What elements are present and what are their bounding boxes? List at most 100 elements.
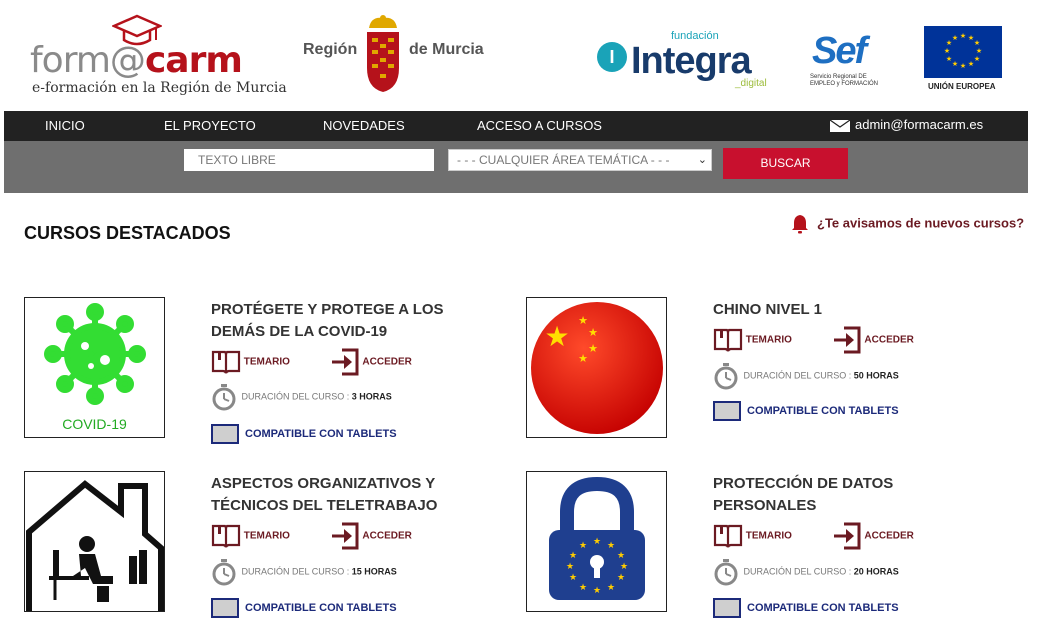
- featured-courses-title: CURSOS DESTACADOS: [24, 223, 231, 243]
- svg-text:★: ★: [607, 583, 615, 593]
- course-title[interactable]: PROTÉGETE Y PROTEGE A LOS DEMÁS DE LA CO…: [211, 299, 471, 343]
- region-text-right: de Murcia: [409, 41, 484, 58]
- stopwatch-icon: [212, 384, 236, 411]
- formacarm-logo[interactable]: form@carm e-formación en la Región de Mu…: [30, 14, 287, 100]
- acceder-label: ACCEDER: [362, 356, 412, 368]
- course-thumbnail[interactable]: [24, 471, 165, 612]
- tablet-compatible-badge: COMPATIBLE CON TABLETS: [713, 401, 899, 421]
- tablet-compatible-label: COMPATIBLE CON TABLETS: [245, 601, 397, 614]
- svg-text:★: ★: [946, 55, 952, 63]
- stopwatch-icon: [714, 559, 738, 586]
- nav-item-el-proyecto[interactable]: EL PROYECTO: [164, 118, 256, 133]
- notify-new-courses-link[interactable]: ¿Te avisamos de nuevos cursos?: [791, 214, 1024, 234]
- enter-icon: [834, 522, 861, 550]
- nav-item-inicio[interactable]: INICIO: [45, 118, 85, 133]
- thematic-area-select[interactable]: - - - CUALQUIER ÁREA TEMÁTICA - - - ⌄: [448, 149, 712, 171]
- course-title[interactable]: CHINO NIVEL 1: [713, 299, 973, 321]
- course-thumbnail[interactable]: ★ ★ ★ ★ ★ ★ ★ ★ ★ ★ ★ ★: [526, 471, 667, 612]
- svg-text:★: ★: [617, 551, 625, 561]
- murcia-coat-of-arms-icon: [367, 15, 399, 92]
- acceder-label: ACCEDER: [864, 334, 914, 346]
- course-title[interactable]: ASPECTOS ORGANIZATIVOS Y TÉCNICOS DEL TE…: [211, 473, 471, 517]
- svg-text:★: ★: [960, 62, 966, 70]
- tablet-compatible-label: COMPATIBLE CON TABLETS: [747, 601, 899, 614]
- acceder-link[interactable]: ACCEDER: [832, 521, 914, 551]
- temario-link[interactable]: TEMARIO: [713, 523, 792, 549]
- telework-icon: [26, 480, 164, 611]
- china-flag-icon: ★ ★★ ★★: [531, 302, 663, 434]
- svg-text:★: ★: [578, 352, 588, 365]
- chevron-down-icon: ⌄: [697, 154, 707, 166]
- course-title[interactable]: PROTECCIÓN DE DATOS PERSONALES: [713, 473, 973, 517]
- region-text-left: Región: [303, 41, 358, 58]
- tablet-compatible-badge: COMPATIBLE CON TABLETS: [211, 598, 397, 618]
- temario-label: TEMARIO: [745, 530, 792, 542]
- svg-text:★: ★: [620, 562, 628, 572]
- temario-link[interactable]: TEMARIO: [211, 349, 290, 375]
- envelope-icon: [829, 118, 851, 133]
- tablet-compatible-label: COMPATIBLE CON TABLETS: [747, 404, 899, 417]
- book-icon: [713, 328, 743, 352]
- svg-text:★: ★: [974, 39, 980, 47]
- acceder-link[interactable]: ACCEDER: [330, 521, 412, 551]
- tablet-icon: [211, 598, 239, 618]
- sef-name: Sef: [812, 30, 867, 72]
- integra-digital-text: _digital: [735, 78, 767, 89]
- svg-text:★: ★: [607, 541, 615, 551]
- tablet-compatible-badge: COMPATIBLE CON TABLETS: [211, 424, 397, 444]
- acceder-link[interactable]: ACCEDER: [330, 347, 412, 377]
- course-thumbnail[interactable]: ★ ★ ★ ★ ★: [526, 297, 667, 438]
- temario-label: TEMARIO: [243, 530, 290, 542]
- contact-email-link[interactable]: admin@formacarm.es: [829, 117, 983, 133]
- stopwatch-icon: [714, 363, 738, 390]
- eu-logo: ★ ★ ★ ★ ★ ★ ★ ★ ★ ★ ★ ★ UNIÓN EUROPEA: [922, 26, 1004, 92]
- svg-text:★: ★: [974, 55, 980, 63]
- thematic-area-selected: - - - CUALQUIER ÁREA TEMÁTICA - - -: [457, 153, 670, 167]
- sef-logo: Sef Servicio Regional DE EMPLEO y FORMAC…: [810, 30, 892, 90]
- tablet-compatible-badge: COMPATIBLE CON TABLETS: [713, 598, 899, 618]
- nav-item-novedades[interactable]: NOVEDADES: [323, 118, 405, 133]
- svg-text:★: ★: [952, 60, 958, 68]
- svg-text:★: ★: [952, 34, 958, 42]
- duration-value: 50 HORAS: [853, 370, 899, 381]
- enter-icon: [834, 326, 861, 354]
- course-duration: DURACIÓN DEL CURSO : 20 HORAS: [713, 558, 899, 586]
- eu-label: UNIÓN EUROPEA: [928, 82, 996, 91]
- svg-text:★: ★: [976, 47, 982, 55]
- duration-label: DURACIÓN DEL CURSO :: [743, 566, 852, 577]
- site-header: form@carm e-formación en la Región de Mu…: [0, 0, 1045, 110]
- acceder-link[interactable]: ACCEDER: [832, 325, 914, 355]
- svg-text:★: ★: [566, 562, 574, 572]
- region-murcia-logo: Región de Murcia: [303, 14, 493, 94]
- free-text-search-input[interactable]: [184, 149, 434, 171]
- fundacion-integra-logo: I fundación Integra _digital: [597, 28, 777, 90]
- course-thumbnail[interactable]: COVID-19: [24, 297, 165, 438]
- tablet-icon: [211, 424, 239, 444]
- svg-text:★: ★: [588, 326, 598, 339]
- course-duration: DURACIÓN DEL CURSO : 50 HORAS: [713, 362, 899, 390]
- temario-label: TEMARIO: [243, 356, 290, 368]
- course-duration: DURACIÓN DEL CURSO : 15 HORAS: [211, 558, 397, 586]
- temario-link[interactable]: TEMARIO: [211, 523, 290, 549]
- duration-value: 15 HORAS: [351, 566, 397, 577]
- padlock-eu-icon: ★ ★★★ ★★★★ ★★★★: [549, 476, 645, 600]
- acceder-label: ACCEDER: [362, 530, 412, 542]
- bell-icon: [792, 215, 808, 234]
- integra-i-icon: I: [597, 42, 627, 72]
- svg-text:★: ★: [968, 60, 974, 68]
- svg-text:★: ★: [593, 537, 601, 547]
- duration-value: 3 HORAS: [351, 391, 392, 402]
- formacarm-wordmark: form@carm: [30, 40, 243, 81]
- temario-link[interactable]: TEMARIO: [713, 327, 792, 353]
- enter-icon: [332, 522, 359, 550]
- book-icon: [211, 524, 241, 548]
- search-button[interactable]: BUSCAR: [723, 148, 848, 179]
- enter-icon: [332, 348, 359, 376]
- notify-new-courses-text: ¿Te avisamos de nuevos cursos?: [817, 215, 1025, 231]
- svg-text:★: ★: [544, 320, 569, 353]
- covid-thumb-label: COVID-19: [62, 416, 127, 432]
- nav-item-acceso-cursos[interactable]: ACCESO A CURSOS: [477, 118, 602, 133]
- svg-text:★: ★: [960, 32, 966, 40]
- duration-label: DURACIÓN DEL CURSO :: [743, 370, 852, 381]
- svg-text:★: ★: [617, 573, 625, 583]
